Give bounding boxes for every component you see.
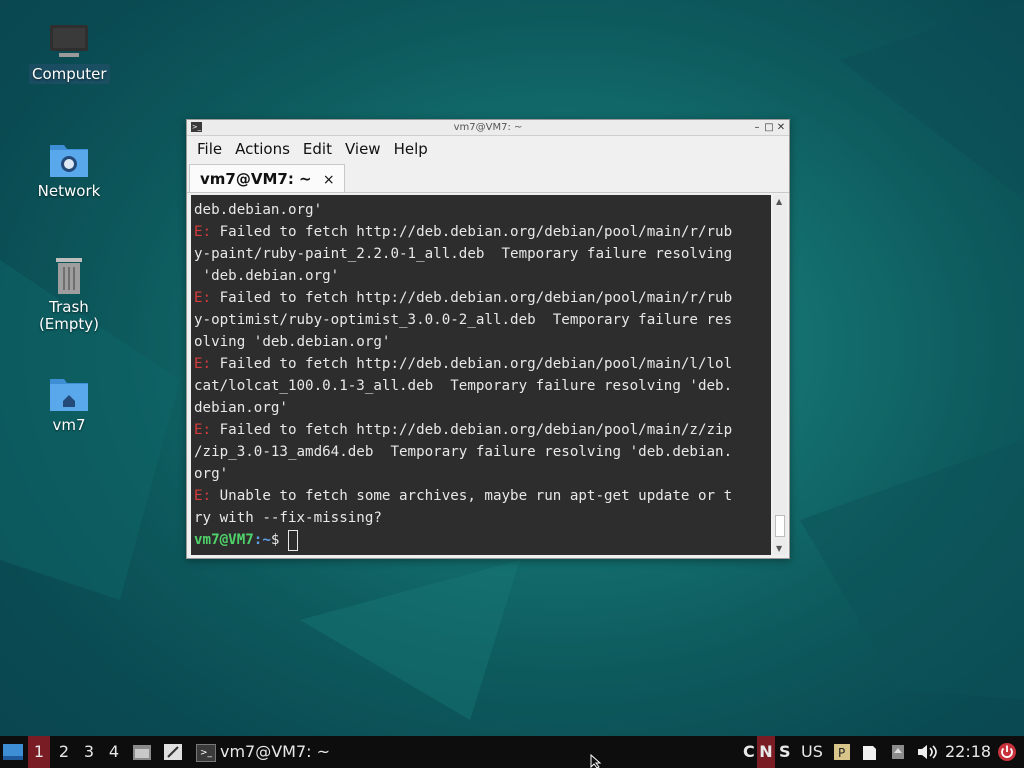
taskbar: 1 2 3 4 >_ vm7@VM7: ~ C N S US P 22:18	[0, 736, 1024, 768]
workspace-4[interactable]: 4	[103, 736, 125, 768]
terminal-line: ry with --fix-missing?	[194, 507, 771, 529]
terminal-line-text: Failed to fetch http://deb.debian.org/de…	[219, 290, 733, 306]
app-menu-icon[interactable]	[2, 743, 24, 761]
desktop-icon-label: Computer	[29, 64, 110, 84]
terminal-line-text: ry with --fix-missing?	[194, 510, 382, 526]
terminal-line: E: Unable to fetch some archives, maybe …	[194, 485, 771, 507]
desktop-icon-network[interactable]: Network	[29, 139, 109, 200]
terminal-line: E: Failed to fetch http://deb.debian.org…	[194, 353, 771, 375]
tab-label: vm7@VM7: ~	[200, 170, 312, 188]
terminal-line-text: y-optimist/ruby-optimist_3.0.0-2_all.deb…	[194, 312, 733, 328]
terminal-line-text: y-paint/ruby-paint_2.2.0-1_all.deb Tempo…	[194, 246, 733, 262]
volume-icon[interactable]	[916, 743, 938, 761]
tab-close-icon[interactable]: ×	[323, 172, 335, 188]
terminal-line-text: Failed to fetch http://deb.debian.org/de…	[219, 422, 733, 438]
removable-drive-icon[interactable]	[889, 743, 907, 761]
terminal-line: 'deb.debian.org'	[194, 265, 771, 287]
computer-icon	[47, 22, 91, 62]
menu-bar: File Actions Edit View Help	[187, 136, 789, 162]
scroll-down-icon[interactable]: ▼	[776, 544, 782, 553]
terminal-line: /zip_3.0-13_amd64.deb Temporary failure …	[194, 441, 771, 463]
terminal-line: cat/lolcat_100.0.1-3_all.deb Temporary f…	[194, 375, 771, 397]
tab-bar: vm7@VM7: ~ ×	[187, 162, 789, 193]
error-prefix: E:	[194, 356, 220, 372]
terminal-line: E: Failed to fetch http://deb.debian.org…	[194, 221, 771, 243]
keyboard-layout[interactable]: US	[801, 736, 823, 768]
desktop-icon-label: vm7	[52, 416, 86, 434]
prompt-user: vm7@VM7	[194, 532, 254, 548]
scrollbar-thumb[interactable]	[775, 515, 785, 537]
trash-icon	[47, 255, 91, 295]
desktop-icon-trash[interactable]: Trash (Empty)	[29, 255, 109, 333]
terminal-line-text: Unable to fetch some archives, maybe run…	[219, 488, 733, 504]
error-prefix: E:	[194, 488, 220, 504]
menu-edit[interactable]: Edit	[303, 140, 332, 158]
error-prefix: E:	[194, 422, 220, 438]
terminal-line-text: /zip_3.0-13_amd64.deb Temporary failure …	[194, 444, 733, 460]
desktop-icon-vm7[interactable]: vm7	[29, 373, 109, 434]
terminal-line-text: Failed to fetch http://deb.debian.org/de…	[219, 224, 733, 240]
scroll-up-icon[interactable]: ▲	[776, 197, 782, 206]
prompt-symbol: $	[270, 532, 288, 548]
terminal-app-icon: >_	[196, 743, 216, 762]
prompt-path: :~	[253, 532, 271, 548]
home-folder-icon	[47, 373, 91, 413]
desktop-icon-label: Trash	[49, 298, 89, 316]
error-prefix: E:	[194, 290, 220, 306]
task-label: vm7@VM7: ~	[220, 742, 331, 761]
text-cursor	[287, 529, 298, 551]
error-prefix: E:	[194, 224, 220, 240]
mouse-cursor-icon	[590, 754, 602, 768]
notes-icon[interactable]	[860, 743, 878, 761]
terminal-line-text: 'deb.debian.org'	[194, 268, 340, 284]
workspace-3[interactable]: 3	[78, 736, 100, 768]
power-icon[interactable]	[997, 742, 1017, 762]
window-title: vm7@VM7: ~	[453, 122, 523, 133]
minimize-icon[interactable]: –	[751, 120, 763, 135]
network-folder-icon	[47, 139, 91, 179]
indicator-n[interactable]: N	[757, 736, 775, 768]
terminal-line-text: cat/lolcat_100.0.1-3_all.deb Temporary f…	[194, 378, 733, 394]
workspace-1[interactable]: 1	[28, 736, 50, 768]
menu-view[interactable]: View	[345, 140, 381, 158]
svg-text:P: P	[838, 746, 845, 760]
tab-terminal[interactable]: vm7@VM7: ~ ×	[189, 164, 345, 192]
indicator-c[interactable]: C	[743, 736, 755, 768]
terminal-line-text: org'	[194, 466, 229, 482]
menu-actions[interactable]: Actions	[235, 140, 290, 158]
terminal-line: y-paint/ruby-paint_2.2.0-1_all.deb Tempo…	[194, 243, 771, 265]
terminal-line-text: olving 'deb.debian.org'	[194, 334, 391, 350]
desktop-icon-sublabel: (Empty)	[38, 315, 100, 333]
terminal-scrollbar[interactable]: ▲ ▼	[773, 195, 787, 555]
taskbar-task-terminal[interactable]: >_ vm7@VM7: ~	[196, 736, 330, 768]
file-manager-launcher-icon[interactable]	[132, 743, 152, 761]
terminal-line: y-optimist/ruby-optimist_3.0.0-2_all.deb…	[194, 309, 771, 331]
terminal-line: E: Failed to fetch http://deb.debian.org…	[194, 419, 771, 441]
terminal-line-text: debian.org'	[194, 400, 288, 416]
window-titlebar[interactable]: >_ vm7@VM7: ~ – □ ✕	[187, 120, 789, 136]
menu-help[interactable]: Help	[394, 140, 428, 158]
terminal-line: olving 'deb.debian.org'	[194, 331, 771, 353]
terminal-output[interactable]: deb.debian.org' E: Failed to fetch http:/…	[191, 195, 771, 555]
terminal-line: E: Failed to fetch http://deb.debian.org…	[194, 287, 771, 309]
terminal-line: deb.debian.org'	[194, 199, 771, 221]
terminal-window[interactable]: >_ vm7@VM7: ~ – □ ✕ File Actions Edit View…	[186, 119, 790, 559]
terminal-line: debian.org'	[194, 397, 771, 419]
maximize-icon[interactable]: □	[763, 120, 775, 135]
terminal-line: org'	[194, 463, 771, 485]
desktop-icon-label: Network	[37, 182, 101, 200]
close-icon[interactable]: ✕	[775, 120, 787, 135]
terminal-line-text: Failed to fetch http://deb.debian.org/de…	[219, 356, 733, 372]
prompt-line[interactable]: vm7@VM7:~$	[194, 529, 771, 551]
text-editor-launcher-icon[interactable]	[163, 743, 183, 761]
menu-file[interactable]: File	[197, 140, 222, 158]
workspace-2[interactable]: 2	[53, 736, 75, 768]
indicator-s[interactable]: S	[779, 736, 791, 768]
terminal-app-icon: >_	[191, 122, 202, 132]
desktop-icon-computer[interactable]: Computer	[29, 22, 110, 84]
clipboard-icon[interactable]: P	[833, 743, 851, 761]
terminal-line-text: deb.debian.org'	[194, 202, 323, 218]
clock[interactable]: 22:18	[945, 736, 991, 768]
